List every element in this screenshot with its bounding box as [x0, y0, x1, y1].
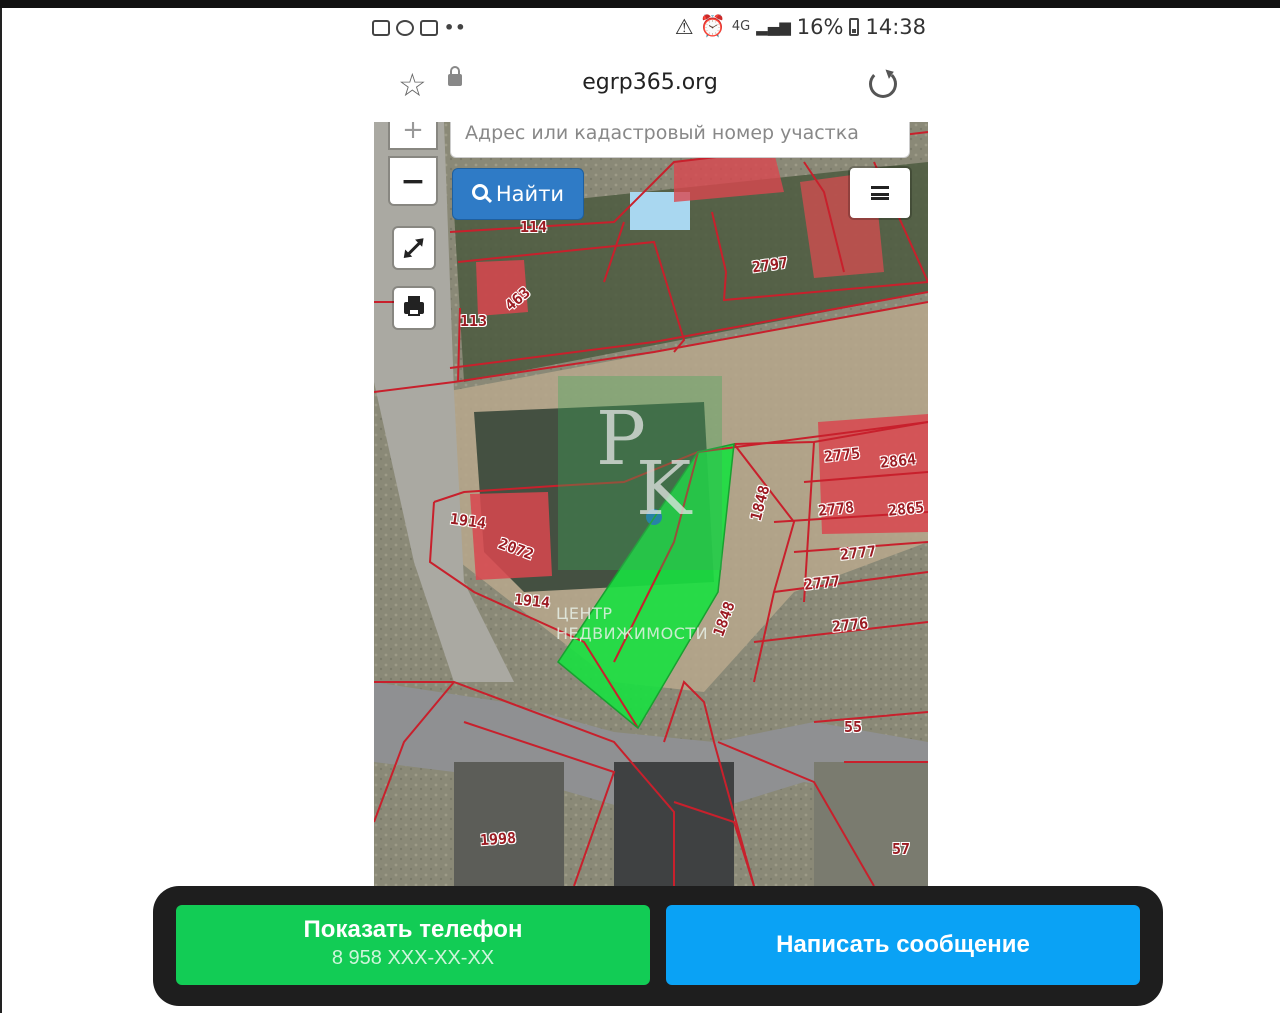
watermark-line-2: НЕДВИЖИМОСТИ	[556, 624, 709, 643]
watermark-text: ЦЕНТР НЕДВИЖИМОСТИ	[556, 604, 708, 644]
expand-icon	[405, 239, 423, 257]
zoom-in-button[interactable]: +	[390, 122, 436, 148]
url-text[interactable]: egrp365.org	[366, 70, 934, 95]
status-bar: •• ⚠ ⏰ 4G ▂▄▆ 16% 14:38	[366, 8, 934, 46]
reload-icon[interactable]	[869, 70, 897, 98]
parcel-label: 114	[520, 218, 548, 236]
show-phone-button[interactable]: Показать телефон 8 958 XXX-XX-XX	[176, 905, 650, 985]
status-right: ⚠ ⏰ 4G ▂▄▆ 16% 14:38	[675, 14, 926, 39]
car-icon	[420, 19, 438, 36]
warning-icon: ⚠	[674, 14, 694, 39]
signal-icon: ▂▄▆	[756, 17, 791, 36]
area-bottom-right	[814, 762, 928, 886]
alarm-icon: ⏰	[699, 14, 726, 38]
search-input[interactable]: Адрес или кадастровый номер участка	[450, 122, 910, 158]
menu-button[interactable]	[850, 168, 910, 218]
fullscreen-button[interactable]	[394, 228, 434, 268]
parcel-label: 2777	[803, 572, 841, 594]
parcel-label: 2777	[839, 542, 877, 564]
parcel-label: 2865	[887, 498, 925, 520]
left-edge	[0, 8, 2, 1013]
viber-icon	[396, 19, 414, 36]
network-type: 4G	[731, 19, 751, 34]
browser-url-bar: ☆ egrp365.org	[366, 48, 934, 122]
hamburger-icon	[871, 186, 889, 200]
battery-percent: 16%	[796, 14, 844, 39]
status-left-icons: ••	[372, 18, 466, 37]
find-button[interactable]: Найти	[452, 168, 584, 220]
watermark-line-1: ЦЕНТР	[556, 604, 613, 623]
building-bottom-left	[454, 762, 564, 886]
battery-icon	[849, 17, 860, 36]
parcel-label: 1914	[513, 590, 551, 612]
parcel-label: 2776	[831, 614, 869, 636]
parcel-label: 55	[844, 718, 863, 736]
parcel-label: 2778	[817, 498, 855, 520]
top-cropped-strip	[0, 0, 1280, 8]
printer-icon	[404, 296, 424, 316]
find-button-label: Найти	[495, 182, 565, 206]
parcel-label: 2775	[823, 444, 861, 466]
more-notifications: ••	[444, 18, 467, 37]
parcel-label: 2864	[879, 450, 917, 472]
gallery-icon	[372, 19, 390, 36]
cadastral-map[interactable]: 114 2797 463 113 2775 2864 1848 2778 286…	[374, 122, 928, 886]
parcel-label: 1998	[479, 828, 517, 850]
phone-screenshot: •• ⚠ ⏰ 4G ▂▄▆ 16% 14:38 ☆ egrp365.org 11…	[366, 8, 934, 886]
masked-phone: 8 958 XXX-XX-XX	[331, 947, 495, 969]
write-message-button[interactable]: Написать сообщение	[666, 905, 1140, 985]
print-button[interactable]	[394, 288, 434, 328]
parcel-label: 57	[892, 840, 911, 858]
contact-panel: Показать телефон 8 958 XXX-XX-XX Написат…	[153, 886, 1163, 1006]
show-phone-label: Показать телефон	[303, 916, 523, 943]
building-2072	[470, 492, 552, 580]
watermark-logo-k: K	[636, 446, 692, 532]
zoom-out-button[interactable]: −	[390, 158, 436, 204]
search-icon	[471, 184, 488, 200]
parcel-label: 113	[460, 312, 488, 330]
clock: 14:38	[865, 14, 926, 39]
